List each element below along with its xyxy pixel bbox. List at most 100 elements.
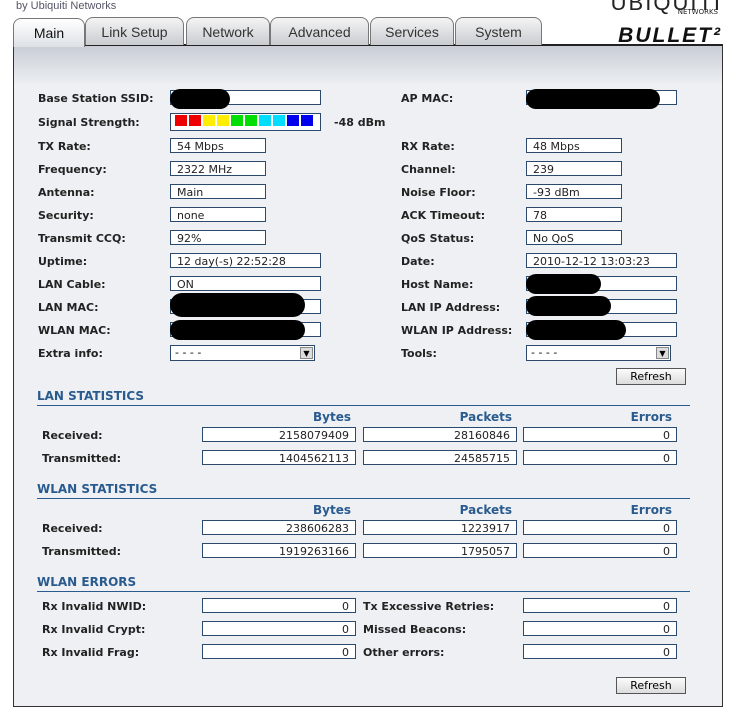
field-label: RX Rate: bbox=[401, 140, 455, 153]
redaction bbox=[526, 296, 611, 316]
field-label: Date: bbox=[401, 255, 435, 268]
column-header: Errors bbox=[630, 503, 672, 517]
error-value: 0 bbox=[523, 644, 677, 659]
chevron-down-icon: ▼ bbox=[656, 347, 669, 359]
ssid-label: Base Station SSID: bbox=[38, 92, 154, 105]
signal-bar bbox=[203, 115, 215, 126]
field-label: Antenna: bbox=[38, 186, 95, 199]
tab-link-setup[interactable]: Link Setup bbox=[85, 17, 184, 45]
wlan-ip-label: WLAN IP Address: bbox=[401, 324, 513, 337]
stat-value: 0 bbox=[523, 543, 677, 558]
stat-value: 0 bbox=[523, 427, 677, 442]
error-label: Tx Excessive Retries: bbox=[363, 600, 495, 613]
stat-value: 28160846 bbox=[363, 427, 517, 442]
field-value: -93 dBm bbox=[526, 184, 622, 199]
column-header: Packets bbox=[459, 503, 512, 517]
signal-value: -48 dBm bbox=[334, 116, 386, 129]
field-value: 2010-12-12 13:03:23 bbox=[526, 253, 677, 268]
signal-label: Signal Strength: bbox=[38, 116, 140, 129]
extra-info-value: - - - - bbox=[175, 346, 202, 359]
tools-label: Tools: bbox=[401, 347, 437, 360]
section-divider bbox=[37, 591, 690, 592]
redaction bbox=[526, 274, 601, 294]
error-label: Rx Invalid NWID: bbox=[42, 600, 147, 613]
row-label: Transmitted: bbox=[42, 545, 122, 558]
field-label: LAN Cable: bbox=[38, 278, 106, 291]
error-label: Rx Invalid Frag: bbox=[42, 646, 140, 659]
field-label: Transmit CCQ: bbox=[38, 232, 126, 245]
signal-bar bbox=[189, 115, 201, 126]
refresh-button-bottom[interactable]: Refresh bbox=[616, 677, 686, 694]
wlan-mac-label: WLAN MAC: bbox=[38, 324, 111, 337]
error-value: 0 bbox=[202, 598, 356, 613]
section-divider bbox=[37, 405, 690, 406]
column-header: Errors bbox=[630, 410, 672, 424]
redaction bbox=[170, 293, 305, 317]
tab-network[interactable]: Network bbox=[186, 17, 270, 45]
chevron-down-icon: ▼ bbox=[300, 347, 313, 359]
section-title: LAN STATISTICS bbox=[37, 389, 145, 403]
tab-main[interactable]: Main bbox=[13, 18, 85, 47]
column-header: Bytes bbox=[313, 503, 351, 517]
stat-value: 1223917 bbox=[363, 520, 517, 535]
signal-bar bbox=[301, 115, 313, 126]
field-value: 92% bbox=[170, 230, 266, 245]
field-label: Channel: bbox=[401, 163, 456, 176]
section-title: WLAN STATISTICS bbox=[37, 482, 158, 496]
section-title: WLAN ERRORS bbox=[37, 575, 137, 589]
tools-select[interactable]: - - - - ▼ bbox=[526, 345, 671, 361]
stat-value: 1404562113 bbox=[202, 450, 356, 465]
section-divider bbox=[37, 498, 690, 499]
brand-subtitle: by Ubiquiti Networks bbox=[16, 0, 117, 12]
refresh-button[interactable]: Refresh bbox=[616, 368, 686, 385]
logo-subtitle: NETWORKS bbox=[677, 8, 718, 16]
field-label: Noise Floor: bbox=[401, 186, 476, 199]
field-label: TX Rate: bbox=[38, 140, 91, 153]
extra-info-label: Extra info: bbox=[38, 347, 103, 360]
redaction bbox=[170, 89, 230, 109]
error-label: Rx Invalid Crypt: bbox=[42, 623, 146, 636]
signal-bar bbox=[245, 115, 257, 126]
field-value: 48 Mbps bbox=[526, 138, 622, 153]
signal-bar bbox=[287, 115, 299, 126]
row-label: Received: bbox=[42, 522, 103, 535]
host-name-label: Host Name: bbox=[401, 278, 474, 291]
redaction bbox=[526, 89, 660, 109]
column-header: Bytes bbox=[313, 410, 351, 424]
lan-ip-label: LAN IP Address: bbox=[401, 301, 501, 314]
field-value: none bbox=[170, 207, 266, 222]
stat-value: 0 bbox=[523, 450, 677, 465]
error-label: Other errors: bbox=[363, 646, 445, 659]
row-label: Transmitted: bbox=[42, 452, 122, 465]
field-label: QoS Status: bbox=[401, 232, 475, 245]
lan-mac-label: LAN MAC: bbox=[38, 301, 99, 314]
field-label: ACK Timeout: bbox=[401, 209, 486, 222]
stat-value: 24585715 bbox=[363, 450, 517, 465]
signal-bar bbox=[273, 115, 285, 126]
error-value: 0 bbox=[202, 644, 356, 659]
field-label: Security: bbox=[38, 209, 94, 222]
tools-value: - - - - bbox=[531, 346, 558, 359]
stat-value: 1919263166 bbox=[202, 543, 356, 558]
tab-services[interactable]: Services bbox=[370, 17, 454, 45]
field-value: 2322 MHz bbox=[170, 161, 266, 176]
field-value: Main bbox=[170, 184, 266, 199]
field-label: Frequency: bbox=[38, 163, 107, 176]
signal-meter bbox=[170, 113, 321, 131]
redaction bbox=[526, 320, 626, 340]
extra-info-select[interactable]: - - - - ▼ bbox=[170, 345, 315, 361]
tab-system[interactable]: System bbox=[455, 17, 542, 45]
signal-bar bbox=[231, 115, 243, 126]
tab-advanced[interactable]: Advanced bbox=[270, 17, 369, 45]
field-value: 54 Mbps bbox=[170, 138, 266, 153]
field-value: 78 bbox=[526, 207, 622, 222]
field-value: 12 day(-s) 22:52:28 bbox=[170, 253, 321, 268]
error-label: Missed Beacons: bbox=[363, 623, 467, 636]
redaction bbox=[170, 320, 305, 340]
signal-bar bbox=[217, 115, 229, 126]
stat-value: 1795057 bbox=[363, 543, 517, 558]
signal-bar bbox=[175, 115, 187, 126]
stat-value: 238606283 bbox=[202, 520, 356, 535]
field-label: Uptime: bbox=[38, 255, 88, 268]
field-value: No QoS bbox=[526, 230, 622, 245]
